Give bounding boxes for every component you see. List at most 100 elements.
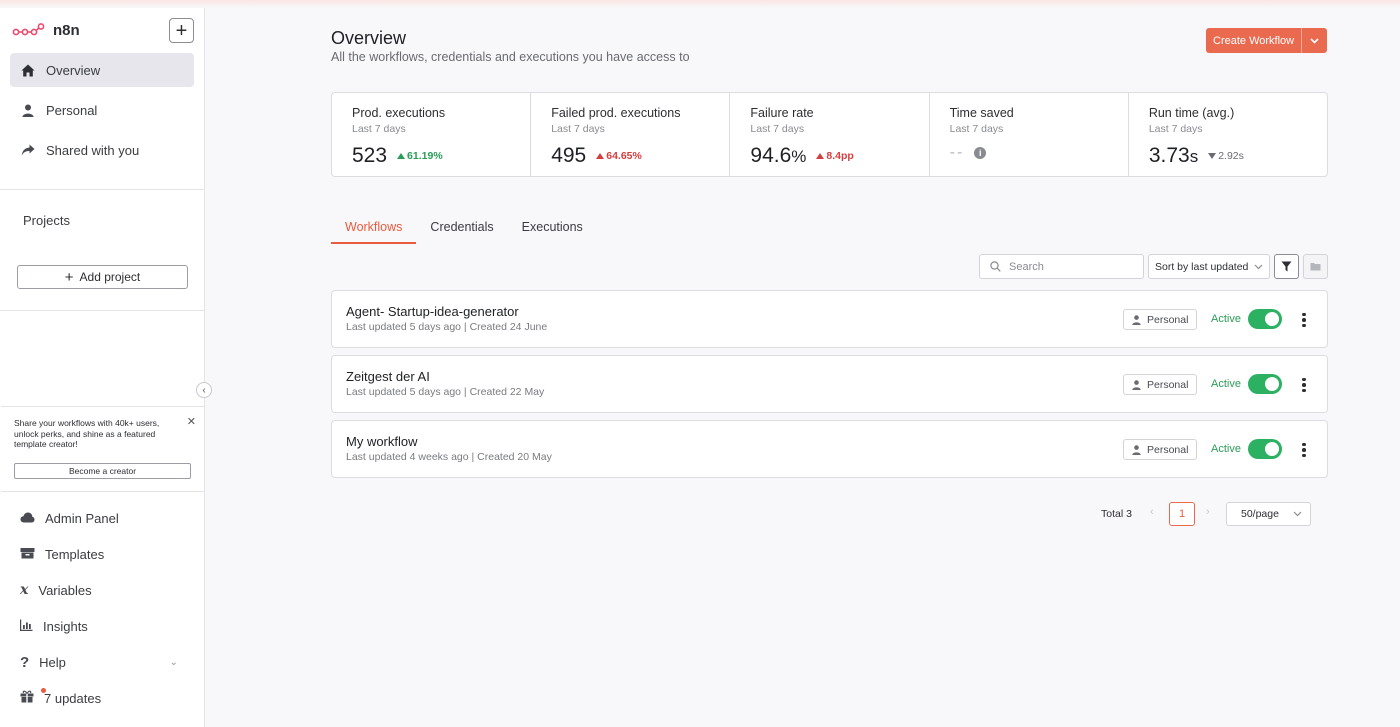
workflow-status: Active (1211, 443, 1241, 455)
n8n-logo-icon (12, 22, 45, 35)
sidebar-item-label: 7 updates (44, 690, 102, 706)
search-input[interactable] (1009, 260, 1129, 273)
sidebar-item-personal[interactable]: Personal (10, 93, 194, 127)
add-project-label: Add project (79, 270, 141, 284)
stat-time-saved[interactable]: Time saved Last 7 days -- i (930, 93, 1129, 176)
sidebar-item-label: Variables (38, 582, 92, 598)
active-toggle[interactable] (1248, 374, 1282, 394)
more-options-icon[interactable] (1298, 310, 1310, 330)
arrow-up-icon (816, 153, 825, 159)
page-title: Overview (331, 28, 407, 48)
stat-value: 3.73s (1149, 144, 1198, 168)
page-size-select[interactable]: 50/page (1226, 502, 1311, 526)
stat-change-value: 2.92s (1218, 150, 1244, 162)
chevron-right-icon[interactable]: › (1206, 506, 1210, 518)
more-options-icon[interactable] (1298, 375, 1310, 395)
tab-workflows[interactable]: Workflows (331, 220, 417, 244)
workflow-card[interactable]: Agent- Startup-idea-generator Last updat… (331, 290, 1328, 348)
info-icon[interactable]: i (974, 147, 987, 159)
stat-number: 3.73 (1148, 144, 1190, 167)
stat-title: Failed prod. executions (551, 106, 681, 120)
stat-run-time[interactable]: Run time (avg.) Last 7 days 3.73s 2.92s (1129, 93, 1327, 176)
variable-icon: x (20, 582, 29, 598)
pagination-page-button[interactable]: 1 (1169, 502, 1195, 526)
sidebar-item-updates[interactable]: 7 updates (10, 683, 194, 713)
stat-title: Run time (avg.) (1148, 106, 1235, 120)
sidebar-item-label: Overview (46, 62, 101, 78)
chevron-left-icon[interactable]: ‹ (1150, 506, 1154, 518)
user-icon (1132, 314, 1141, 325)
promo-text: Share your workflows with 40k+ users, un… (14, 418, 160, 449)
stat-period: Last 7 days (1148, 123, 1203, 135)
stat-failed-prod-executions[interactable]: Failed prod. executions Last 7 days 495 … (531, 93, 731, 176)
sidebar: n8n + Overview Personal Shared with you … (0, 8, 205, 727)
chart-icon (19, 619, 33, 634)
create-new-button[interactable]: + (169, 18, 194, 43)
sidebar-item-admin-panel[interactable]: Admin Panel (10, 503, 194, 533)
content-tabs: Workflows Credentials Executions (331, 220, 597, 244)
owner-label: Personal (1147, 378, 1189, 391)
stat-period: Last 7 days (750, 123, 805, 135)
chevron-down-icon: ⌄ (169, 656, 178, 668)
stat-change-value: 8.4pp (826, 150, 854, 162)
filter-icon (1281, 261, 1292, 272)
stat-change: 8.4pp (816, 150, 854, 162)
share-icon (20, 144, 36, 156)
workflow-meta: Last updated 5 days ago | Created 22 May (346, 386, 545, 398)
arrow-up-icon (397, 153, 406, 159)
sidebar-divider (0, 310, 205, 311)
insights-summary: Prod. executions Last 7 days 523 61.19% … (331, 92, 1328, 177)
sidebar-divider (0, 189, 205, 190)
owner-badge: Personal (1123, 439, 1198, 460)
stat-period: Last 7 days (551, 123, 605, 135)
tab-credentials[interactable]: Credentials (416, 220, 507, 244)
folder-icon (1310, 263, 1321, 271)
app-logo[interactable]: n8n (12, 22, 80, 39)
new-folder-button[interactable] (1303, 254, 1328, 279)
create-options-dropdown[interactable] (1302, 28, 1328, 53)
collapse-sidebar-button[interactable]: ‹ (196, 382, 212, 398)
sidebar-item-help[interactable]: ? Help ⌄ (10, 647, 194, 677)
chevron-down-icon (1254, 264, 1263, 269)
user-icon (1132, 444, 1141, 455)
chevron-down-icon (1293, 511, 1302, 517)
arrow-up-icon (596, 153, 605, 159)
sidebar-item-overview[interactable]: Overview (10, 53, 194, 87)
sidebar-item-variables[interactable]: x Variables (10, 575, 194, 605)
workflow-meta: Last updated 5 days ago | Created 24 Jun… (346, 321, 548, 333)
plus-icon: + (64, 268, 74, 286)
stat-prod-executions[interactable]: Prod. executions Last 7 days 523 61.19% (332, 93, 532, 176)
workflow-card[interactable]: Zeitgest der AI Last updated 5 days ago … (331, 355, 1328, 413)
stat-unit: % (791, 147, 807, 166)
stat-change-value: 64.65% (606, 150, 642, 162)
close-icon[interactable]: ✕ (187, 415, 196, 428)
active-toggle[interactable] (1248, 439, 1282, 459)
page-subtitle: All the workflows, credentials and execu… (331, 50, 690, 64)
active-toggle[interactable] (1248, 309, 1282, 329)
workflow-card[interactable]: My workflow Last updated 4 weeks ago | C… (331, 420, 1328, 478)
sidebar-item-label: Shared with you (46, 142, 140, 158)
more-options-icon[interactable] (1298, 440, 1310, 460)
stat-failure-rate[interactable]: Failure rate Last 7 days 94.6% 8.4pp (730, 93, 930, 176)
stat-value: 94.6% (750, 144, 806, 168)
home-icon (20, 64, 36, 77)
sidebar-item-shared[interactable]: Shared with you (10, 133, 194, 167)
become-creator-button[interactable]: Become a creator (14, 463, 191, 479)
create-workflow-button-group: Create Workflow (1206, 28, 1328, 53)
sidebar-item-label: Personal (46, 102, 98, 118)
workflow-name[interactable]: Zeitgest der AI (346, 369, 430, 384)
tab-executions[interactable]: Executions (508, 220, 597, 244)
workflow-name[interactable]: My workflow (346, 434, 418, 449)
create-workflow-button[interactable]: Create Workflow (1206, 28, 1303, 53)
workflow-name[interactable]: Agent- Startup-idea-generator (346, 304, 519, 319)
sidebar-item-templates[interactable]: Templates (10, 539, 194, 569)
add-project-button[interactable]: + Add project (17, 265, 188, 289)
sort-select[interactable]: Sort by last updated (1148, 254, 1270, 279)
stat-unit: s (1189, 147, 1199, 166)
sidebar-item-insights[interactable]: Insights (10, 611, 194, 641)
question-icon: ? (20, 653, 30, 671)
filter-button[interactable] (1274, 254, 1299, 279)
sort-select-value: Sort by last updated (1155, 260, 1249, 273)
stat-title: Time saved (949, 106, 1014, 120)
gift-icon (20, 690, 34, 706)
